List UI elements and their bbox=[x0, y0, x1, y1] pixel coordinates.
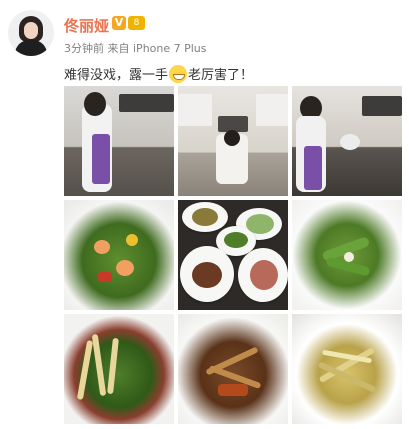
verified-badge-icon[interactable]: V bbox=[112, 16, 126, 30]
user-name[interactable]: 佟丽娅 bbox=[64, 15, 109, 36]
photo-dish-stir-fry[interactable] bbox=[178, 314, 288, 424]
post-meta: 3分钟前 来自 iPhone 7 Plus bbox=[64, 40, 207, 56]
post-source[interactable]: iPhone 7 Plus bbox=[133, 42, 207, 55]
photo-cooking-2[interactable] bbox=[178, 86, 288, 196]
photo-dish-green-beans[interactable] bbox=[292, 200, 402, 310]
grin-emoji-icon bbox=[169, 65, 188, 83]
source-prefix: 来自 bbox=[107, 42, 130, 55]
photo-grid bbox=[64, 86, 405, 424]
photo-cooking-1[interactable] bbox=[64, 86, 174, 196]
photo-dish-leek[interactable] bbox=[292, 314, 402, 424]
photo-dishes-table[interactable] bbox=[178, 200, 288, 310]
post-text-after: 老厉害了！ bbox=[188, 68, 254, 83]
post-text-before: 难得没戏，露一手 bbox=[64, 68, 169, 83]
level-badge-icon[interactable]: 8 bbox=[128, 16, 145, 30]
avatar[interactable] bbox=[8, 10, 54, 56]
photo-cooking-3[interactable] bbox=[292, 86, 402, 196]
post-text: 难得没戏，露一手 老厉害了！ bbox=[64, 64, 253, 83]
photo-dish-shrimp-broccoli[interactable] bbox=[64, 200, 174, 310]
photo-dish-greens[interactable] bbox=[64, 314, 174, 424]
post-time[interactable]: 3分钟前 bbox=[64, 42, 104, 55]
